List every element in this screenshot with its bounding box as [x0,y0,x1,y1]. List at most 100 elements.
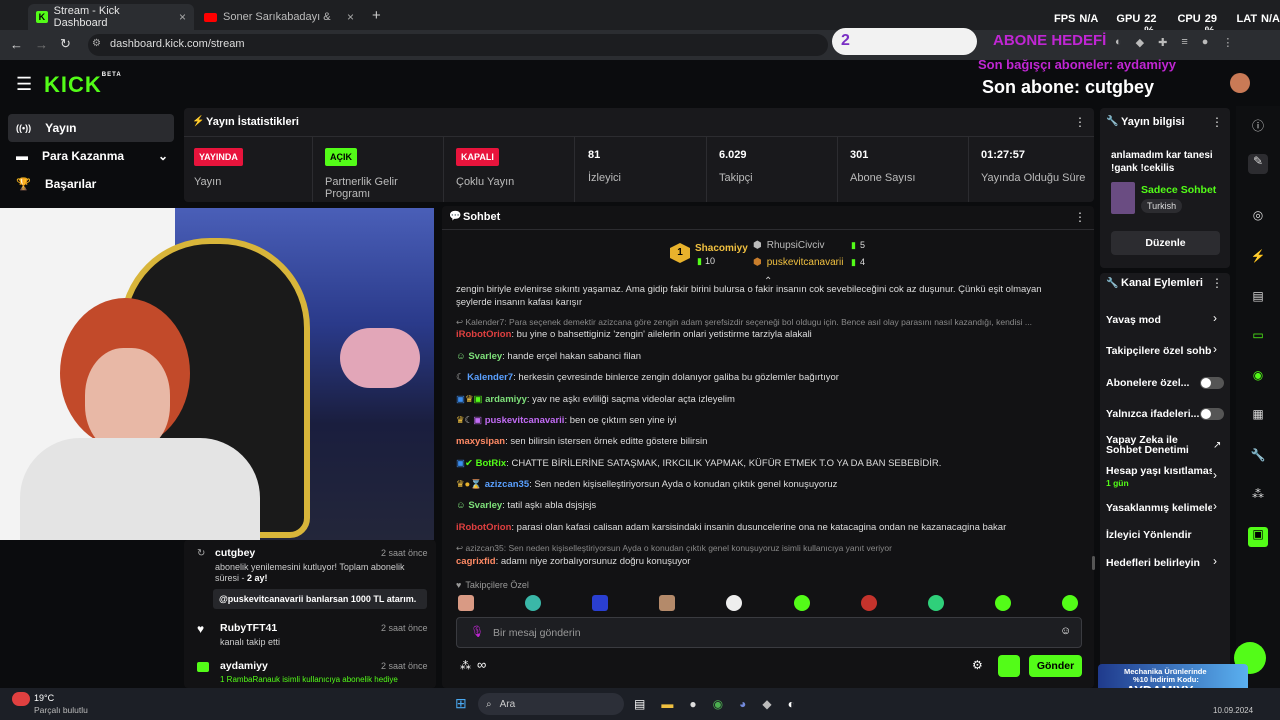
subscribers-only-toggle[interactable] [1200,377,1224,389]
emote-icon[interactable] [525,595,542,611]
camera-icon[interactable]: ◎ [1248,208,1268,228]
raid-label[interactable]: İzleyici Yönlendir [1106,529,1192,541]
top-gifter-name[interactable]: puskevitcanavarii [767,257,844,268]
chevron-right-icon[interactable]: › [1213,554,1217,568]
dots-icon[interactable]: ⁂ [1248,487,1268,507]
emote-icon[interactable] [458,595,474,611]
url-field[interactable]: dashboard.kick.com/stream [88,34,828,56]
quick-emotes-icon[interactable]: ⁂ [460,659,471,672]
emotes-only-toggle[interactable] [1200,408,1224,420]
activity-user[interactable]: aydamiyy [220,660,268,672]
chat-username[interactable]: ardamiyy [485,394,527,405]
chevron-right-icon[interactable]: › [1213,468,1217,482]
emote-icon[interactable] [592,595,609,611]
infinity-icon[interactable]: ∞ [477,657,486,672]
banned-words-label[interactable]: Yasaklanmış kelimele [1106,502,1212,514]
task-view-icon[interactable]: ▤ [634,697,645,711]
emote-icon[interactable] [994,595,1011,611]
taskbar-search[interactable]: ⌕ Ara [478,693,624,715]
more-icon[interactable]: ⋮ [1222,36,1233,49]
app-icon[interactable]: ◆ [762,697,771,711]
activity-user[interactable]: RubyTFT41 [220,622,277,634]
clipboard-icon[interactable]: ▤ [1248,289,1268,309]
tab-youtube[interactable]: Soner Sarıkabadayı & Sefo & ... × [196,4,362,30]
ai-moderation-label[interactable]: Yapay Zeka ile Sohbet Denetimi [1106,435,1201,456]
set-goals-label[interactable]: Hedefleri belirleyin [1106,557,1200,569]
more-options-icon[interactable]: ⋮ [1074,115,1086,129]
chat-username[interactable]: iRobotOrion [456,522,511,533]
send-button[interactable]: Gönder [1029,655,1082,677]
chevron-right-icon[interactable]: › [1213,499,1217,513]
emote-icon[interactable] [860,595,877,611]
top-gifter-name[interactable]: RhupsiCivciv [767,240,825,251]
account-age-label[interactable]: Hesap yaşı kısıtlaması [1106,465,1212,477]
chevron-right-icon[interactable]: › [1213,342,1217,356]
emote-icon[interactable] [793,595,810,611]
app-icon[interactable]: ● [689,697,696,711]
emote-icon[interactable] [659,595,676,611]
followers-only-text: Takipçilere Özel [465,580,529,590]
app-icon[interactable]: ◐ [788,697,795,711]
tab-kick-dashboard[interactable]: K Stream - Kick Dashboard × [28,4,194,30]
forward-icon[interactable]: → [35,37,48,52]
slow-mode-label[interactable]: Yavaş mod [1106,314,1161,326]
broadcast-icon[interactable]: ◉ [1248,368,1268,388]
chat-username[interactable]: iRobotOrion [456,329,511,340]
sidebar-item-para-kazanma[interactable]: ▬ Para Kazanma ⌄ [8,142,174,170]
followers-only-chat-label[interactable]: Takipçilere özel sohb [1106,345,1214,357]
sidebar-item-basarilar[interactable]: 🏆 Başarılar [8,170,174,198]
wrench-icon[interactable]: 🔧 [1248,448,1268,468]
extension-icon[interactable]: ◐ [1115,36,1122,49]
hamburger-menu-icon[interactable]: ☰ [16,74,32,95]
back-icon[interactable]: ← [10,37,23,52]
chat-username[interactable]: Svarley [468,500,502,511]
info-icon[interactable]: ⓘ [1248,117,1268,137]
emoji-icon[interactable]: ☺ [1060,625,1071,637]
menu-list-icon[interactable]: ≡ [1181,36,1187,49]
chat-username[interactable]: puskevitcanavarii [485,415,565,426]
chat-username[interactable]: maxysipan [456,436,505,447]
edit-button[interactable]: Düzenle [1111,231,1220,255]
chat-username[interactable]: azizcan35 [485,479,529,490]
more-options-icon[interactable]: ⋮ [1211,115,1223,129]
kick-emote-button[interactable] [998,655,1020,677]
tab-close-icon[interactable]: × [347,10,354,24]
category-name[interactable]: Sadece Sohbet [1141,184,1216,196]
chat-username[interactable]: Svarley [468,351,502,362]
kick-logo[interactable]: KICKBETA [44,72,122,98]
pencil-icon[interactable]: ✎ [1248,154,1268,174]
chat-username[interactable]: Kalender7 [467,372,513,383]
site-info-icon[interactable]: ⚙ [92,38,101,49]
activity-user[interactable]: cutgbey [215,547,255,559]
chat-icon[interactable]: ▭ [1248,328,1268,348]
more-options-icon[interactable]: ⋮ [1074,210,1086,224]
chrome-icon[interactable]: ◉ [713,697,723,711]
chat-scrollbar[interactable] [1092,556,1095,570]
microphone-icon[interactable]: 🎙 [470,625,484,638]
chevron-right-icon[interactable]: › [1213,311,1217,325]
puzzle-icon[interactable]: ✚ [1158,36,1167,49]
chat-username[interactable]: cagrixfid [456,556,496,567]
chat-username[interactable]: BotRix [476,458,507,469]
discord-icon[interactable]: ◕ [739,697,746,711]
file-explorer-icon[interactable]: ▬ [661,697,673,711]
external-link-icon[interactable]: ↗ [1213,440,1221,451]
sidebar-item-yayin[interactable]: ((•)) Yayın [8,114,174,142]
settings-gear-icon[interactable]: ⚙ [972,658,983,672]
new-tab-button[interactable]: + [372,7,381,24]
lightning-icon[interactable]: ⚡ [1248,249,1268,269]
top-gifter-name[interactable]: Shacomiyy [695,243,748,254]
weather-temp[interactable]: 19°C [34,693,54,703]
emote-icon[interactable] [1061,595,1078,611]
extension-icon[interactable]: ◆ [1136,36,1144,49]
avatar[interactable] [1230,73,1250,93]
emote-icon[interactable] [726,595,743,611]
reload-icon[interactable]: ↻ [60,36,71,52]
more-options-icon[interactable]: ⋮ [1211,276,1223,290]
emote-icon[interactable] [927,595,944,611]
tab-close-icon[interactable]: × [179,10,186,24]
layout-icon[interactable]: ▦ [1248,407,1268,427]
windows-start-icon[interactable]: ⊞ [455,695,467,712]
kick-app-icon[interactable]: ▣ [1248,527,1268,547]
profile-icon[interactable]: ● [1202,36,1209,49]
